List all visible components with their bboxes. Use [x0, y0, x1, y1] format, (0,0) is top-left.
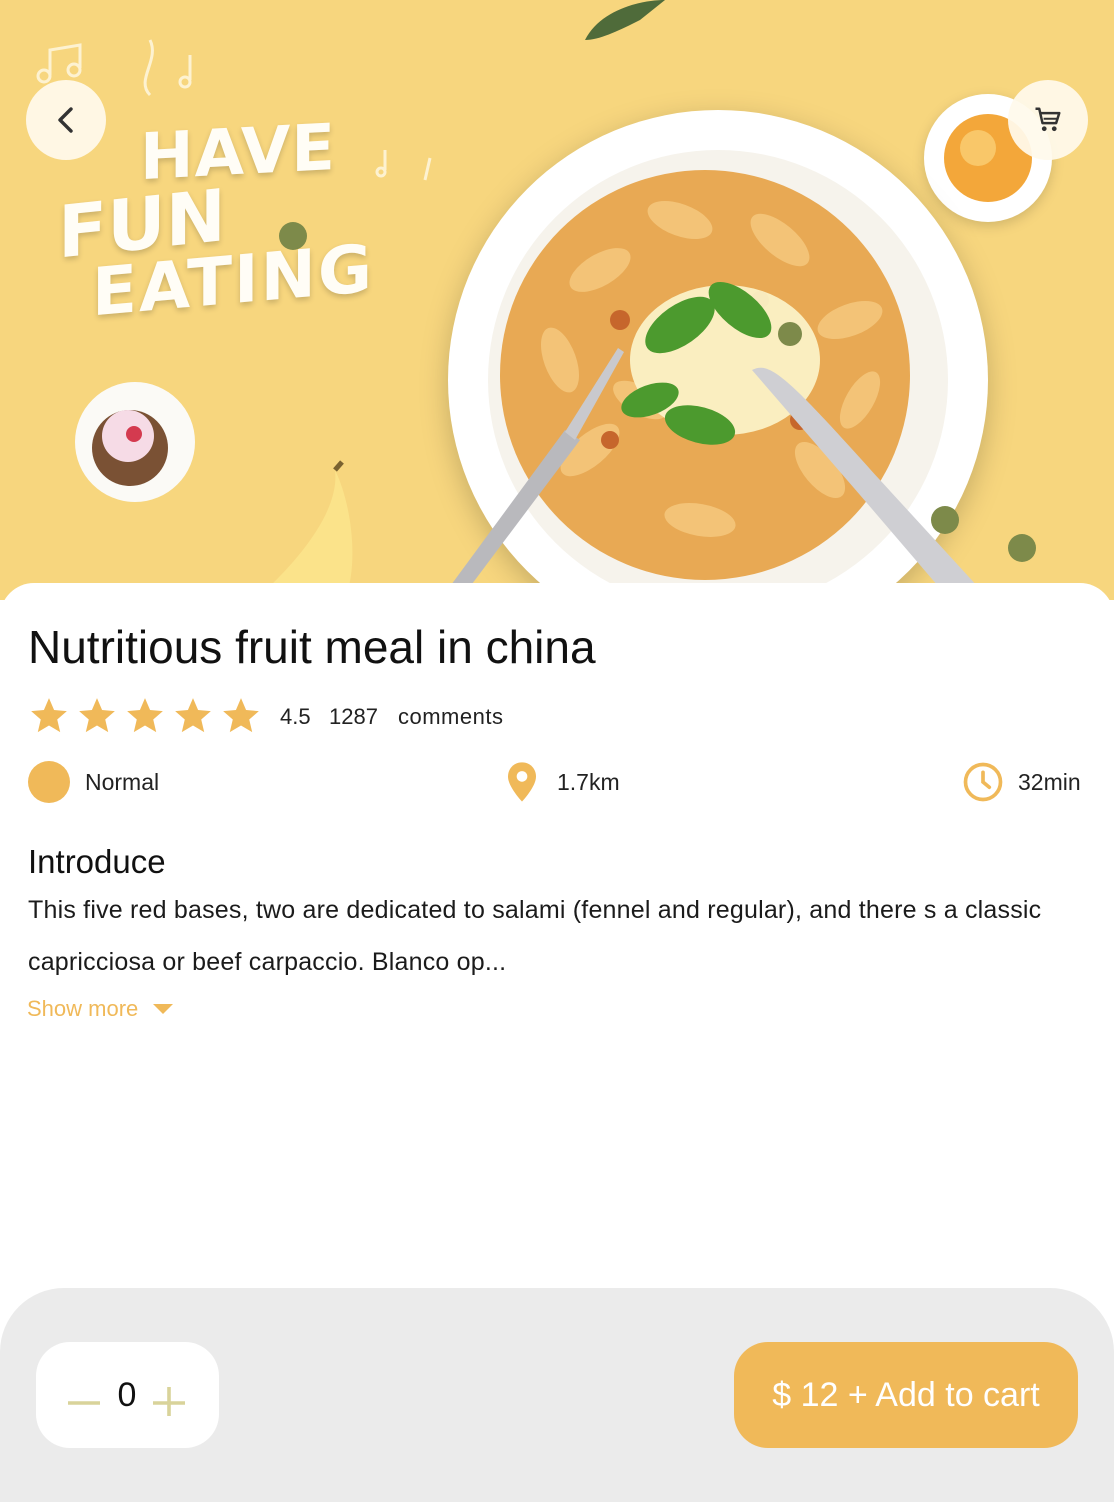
star-rating	[28, 695, 262, 737]
cart-button[interactable]	[1008, 80, 1088, 160]
show-more-label: Show more	[27, 996, 139, 1021]
introduce-text: This five red bases, two are dedicated t…	[28, 896, 1042, 976]
shopping-cart-icon	[1035, 107, 1061, 132]
comments-label: comments	[398, 704, 504, 729]
back-button[interactable]	[26, 80, 106, 160]
comment-count: 1287	[329, 704, 378, 729]
dot-icon	[28, 761, 70, 803]
time-info: 32min	[962, 760, 1081, 804]
star-icon	[79, 698, 115, 733]
clock-icon	[963, 762, 1003, 802]
star-icon	[31, 698, 67, 733]
star-icon	[175, 698, 211, 733]
star-icon	[127, 698, 163, 733]
rating-value: 4.5	[280, 704, 311, 729]
chevron-left-icon	[58, 107, 73, 133]
plus-icon[interactable]	[151, 1380, 187, 1416]
level-label: Normal	[85, 768, 160, 795]
quantity-stepper: 0	[36, 1342, 219, 1448]
show-more-toggle[interactable]: Show more	[27, 996, 174, 1022]
time-label: 32min	[1018, 768, 1081, 795]
hero-image: HAVE FUN EATING	[0, 0, 1114, 600]
dish-title: Nutritious fruit meal in china	[28, 621, 596, 673]
hero-banner-text: HAVE FUN EATING	[58, 111, 374, 331]
level-info: Normal	[28, 760, 159, 804]
caret-down-icon	[153, 1004, 174, 1014]
add-to-cart-button[interactable]: $ 12 + Add to cart	[734, 1342, 1078, 1448]
distance-label: 1.7km	[557, 768, 620, 795]
star-icon	[223, 698, 259, 733]
introduce-heading: Introduce	[28, 843, 166, 880]
minus-icon[interactable]	[66, 1380, 102, 1410]
location-pin-icon	[508, 762, 536, 802]
distance-info: 1.7km	[505, 760, 620, 804]
quantity-value: 0	[117, 1376, 137, 1414]
add-to-cart-label: $ 12 + Add to cart	[772, 1375, 1040, 1414]
